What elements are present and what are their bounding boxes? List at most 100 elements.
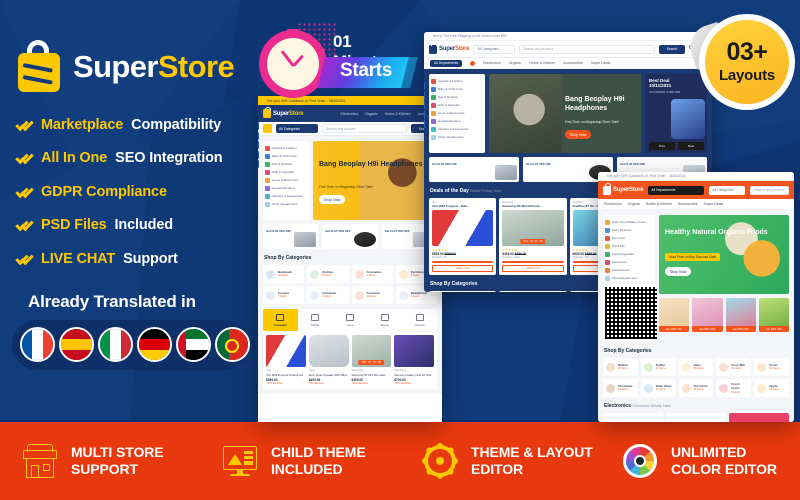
add-to-cart-button[interactable]: Add to Cart <box>502 265 564 272</box>
search-input[interactable]: Search any product <box>750 185 789 195</box>
category-nav-bar[interactable]: All Departments Electronics Organic Home… <box>424 58 712 69</box>
nav-item[interactable]: Electronics <box>604 202 622 206</box>
category-card[interactable]: Cosmetics 4 Items <box>351 265 393 283</box>
category-card[interactable]: Mutton 40 Items <box>603 358 638 376</box>
category-card[interactable]: Clothes 8 Items <box>307 265 349 283</box>
nav-item[interactable]: Home & Kitchen <box>385 112 411 116</box>
sidebar-item[interactable]: Dairy Products <box>605 226 653 234</box>
side-promo[interactable]: Best Deal 10/11/2021 ON ORDER OVER $99 P… <box>645 74 707 153</box>
sidebar-item[interactable]: Other Departments <box>265 200 307 208</box>
category-card[interactable]: Dry Fruits 31 Items <box>678 379 714 397</box>
sidebar-item[interactable]: Dry Fruits <box>605 234 653 242</box>
add-to-cart-button[interactable]: Add to Cart <box>432 265 494 272</box>
category-card[interactable]: Chocolate 20 Items <box>603 379 638 397</box>
department-select[interactable]: All Categories <box>276 124 318 133</box>
hero-cta-button[interactable]: Shop Now <box>319 195 345 204</box>
sidebar-item[interactable]: Vehicles & Accessories <box>265 192 307 200</box>
nav-item[interactable]: Accessories <box>563 61 582 65</box>
department-select[interactable]: All Categories <box>709 185 746 195</box>
sidebar-item[interactable]: Apparel & Fashion <box>265 144 307 152</box>
nav-item[interactable]: Electronics <box>483 61 501 65</box>
tab-computer[interactable]: Computer <box>263 309 298 331</box>
category-card[interactable]: Computer 6 Items <box>307 286 349 304</box>
sidebar-item[interactable]: Baby & Child Care <box>431 85 483 93</box>
category-sidebar[interactable]: Dairy Fresh Bakery Items Dairy Products … <box>603 215 657 342</box>
category-card[interactable]: Backpack <box>429 291 497 292</box>
search-input[interactable]: Search any product <box>322 124 407 133</box>
nav-item[interactable]: Super Deals <box>704 202 724 206</box>
category-nav-bar[interactable]: Electronics Organic Butter & Kitchen Acc… <box>598 199 794 210</box>
category-card[interactable]: Fresh Fruits 9 Items <box>716 379 752 397</box>
search-button[interactable]: Search <box>659 44 685 54</box>
category-sidebar[interactable]: Apparel & Fashion Baby & Child Care Diet… <box>263 141 309 220</box>
promo-card[interactable]: Get FLAT 30% OFF <box>322 224 378 249</box>
category-card[interactable]: Daily Shop 17 Items <box>640 379 676 397</box>
promo-card[interactable]: Get FLAT 30% OFF <box>429 157 519 182</box>
product-card[interactable]: Sony Sony Smart Speaker SRS-XB12 $499.99… <box>308 335 349 385</box>
sidebar-item[interactable]: Meat Items <box>605 258 653 266</box>
product-card[interactable]: Samsung Samsung Galaxy Note 20 Ultra $70… <box>394 335 434 385</box>
nav-item[interactable]: Organic <box>365 112 378 116</box>
sidebar-item[interactable]: Dairy Fresh Bakery Items <box>605 218 653 226</box>
category-card[interactable]: Dairy 60 Items <box>678 358 714 376</box>
category-card[interactable]: Kaffier 17 Items <box>640 358 676 376</box>
tab-lamp[interactable]: Lamp <box>333 309 368 331</box>
all-departments-button[interactable]: All Departments <box>648 185 705 195</box>
hero-banner[interactable]: Healthy Natural Organic Foods Most Price… <box>659 215 789 294</box>
tab-mobile[interactable]: Mobile <box>298 309 333 331</box>
nav-links[interactable]: Electronics Organic Home & Kitchen Acces… <box>340 112 437 116</box>
promo-card[interactable]: Get FLAT 30% OFF <box>263 224 319 249</box>
nav-item[interactable]: Organic <box>628 202 641 206</box>
category-sidebar[interactable]: Apparel & Fashion Baby & Child Care Diet… <box>429 74 485 153</box>
category-card[interactable]: Backpack 20 Items <box>263 265 305 283</box>
sidebar-item[interactable]: Other Departments <box>605 274 653 282</box>
hero-cta-button[interactable]: Shop Now <box>665 267 691 276</box>
nav-item[interactable]: Accessories <box>678 202 697 206</box>
deal-card[interactable]: Samsung Samsung NX Mini Mirrorle... 10d … <box>499 198 567 275</box>
hero-cta-button[interactable]: Shop Now <box>565 130 591 139</box>
prev-button[interactable]: Prev <box>649 142 675 150</box>
sidebar-item[interactable]: Apparel & Fashion <box>431 77 483 85</box>
sidebar-item[interactable]: Other Departments <box>431 133 483 141</box>
hero-banner[interactable]: Bang Beoplay H9i Headphones First Time o… <box>489 74 641 153</box>
search-input[interactable]: Search any product <box>519 44 655 54</box>
product-tabs[interactable]: Computer Mobile Lamp Mouse Camera <box>263 309 437 331</box>
sidebar-item[interactable]: Gifts & Specialty <box>265 168 307 176</box>
category-card[interactable]: Apple 13 Items <box>754 379 789 397</box>
food-tile[interactable]: Get 30% OFF <box>659 298 690 332</box>
sidebar-item[interactable]: Diet & Nutrition <box>431 93 483 101</box>
nav-item[interactable]: Organic <box>509 61 522 65</box>
food-tile[interactable]: Get 50% OFF <box>692 298 723 332</box>
food-tile[interactable]: Get 30% OFF <box>758 298 789 332</box>
sidebar-item[interactable]: Gifts & Specialty <box>431 101 483 109</box>
category-card[interactable]: Clothes <box>499 291 567 292</box>
tab-mouse[interactable]: Mouse <box>367 309 402 331</box>
category-card[interactable]: Footwear 40 Items <box>351 286 393 304</box>
sidebar-item[interactable]: Household Items <box>431 117 483 125</box>
sidebar-item[interactable]: Fresh Vegetable <box>605 250 653 258</box>
search-bar[interactable]: SuperStore All Categories Search any pro… <box>424 41 712 58</box>
department-select[interactable]: All Categories <box>473 44 516 54</box>
next-button[interactable]: Next <box>678 142 704 150</box>
tab-camera[interactable]: Camera <box>402 309 437 331</box>
product-card[interactable]: 10d : 10 : 07 : 48 Samsung Samsung NX Mi… <box>351 335 392 385</box>
hero-banner[interactable]: Bang Beoplay H9i Headphones First Time o… <box>313 141 437 220</box>
sidebar-item[interactable]: Household Items <box>265 184 307 192</box>
category-card[interactable]: Camera 7 Items <box>263 286 305 304</box>
nav-item[interactable]: Super Deals <box>591 61 611 65</box>
sidebar-item[interactable]: Baby & Child Care <box>265 152 307 160</box>
food-tile[interactable]: Get 30% OFF <box>725 298 756 332</box>
nav-item[interactable]: Home & Kitchen <box>529 61 555 65</box>
nav-item[interactable]: Butter & Kitchen <box>646 202 672 206</box>
nav-item[interactable]: Electronics <box>340 112 358 116</box>
category-card[interactable]: Fresh 22 Items <box>754 358 789 376</box>
sidebar-item[interactable]: Home & Electronics <box>265 176 307 184</box>
all-departments-button[interactable]: All Departments <box>430 59 463 67</box>
sidebar-item[interactable]: Home & Electronics <box>431 109 483 117</box>
search-bar[interactable]: All Categories Search any product Search <box>258 122 442 136</box>
sidebar-item[interactable]: Diet & Nutrition <box>265 160 307 168</box>
sidebar-item[interactable]: Vehicles & Accessories <box>431 125 483 133</box>
category-card[interactable]: Flour Mill 41 Items <box>716 358 752 376</box>
product-card[interactable]: Vivo Vivo I809 Frogend Smartphone $599.0… <box>266 335 306 385</box>
sidebar-item[interactable]: Pizza Mix <box>605 242 653 250</box>
